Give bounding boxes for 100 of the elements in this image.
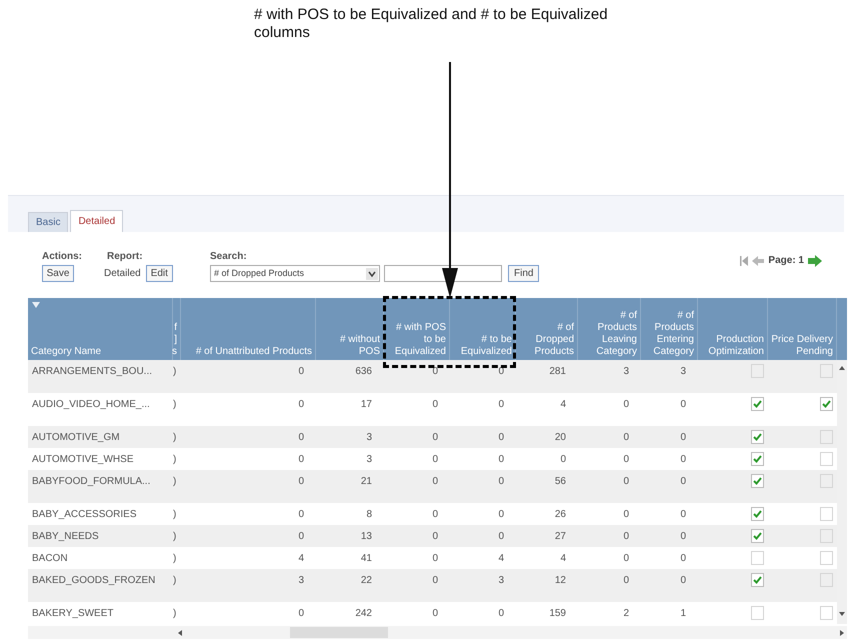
checkbox[interactable] xyxy=(820,452,833,466)
table-cell-text: 3 xyxy=(366,452,372,466)
table-cell-text: 636 xyxy=(355,365,372,379)
checkbox[interactable] xyxy=(820,397,833,411)
table-cell-text: 0 xyxy=(498,452,504,466)
checkbox[interactable] xyxy=(820,430,833,444)
tab[interactable]: Detailed xyxy=(70,210,124,232)
table-cell-text: 0 xyxy=(680,530,686,544)
annotation-text: # with POS to be Equivalized and # to be Equivalized columns xyxy=(254,6,609,42)
report-value: Detailed xyxy=(104,267,141,281)
search-field[interactable] xyxy=(384,265,502,282)
table-cell-text: 0 xyxy=(623,398,629,412)
checkbox[interactable] xyxy=(820,606,833,620)
checkbox[interactable] xyxy=(820,364,833,378)
scrollbar-thumb[interactable] xyxy=(290,627,388,638)
checkbox[interactable] xyxy=(820,551,833,565)
table-cell-text: ) xyxy=(173,398,176,412)
previous-page-icon[interactable] xyxy=(752,256,764,266)
scroll-up-icon[interactable] xyxy=(837,364,847,372)
table-cell-text: 4 xyxy=(298,552,304,566)
table-cell-text: 0 xyxy=(623,552,629,566)
table-cell-text: ) xyxy=(173,530,176,544)
checkbox[interactable] xyxy=(820,474,833,488)
table-cell-text: 0 xyxy=(432,365,438,379)
table-row[interactable]: BABY_NEEDS ) 0 13 0 0 27 0 0 xyxy=(28,525,837,547)
checkbox[interactable] xyxy=(820,573,833,587)
table-cell-text: 0 xyxy=(680,430,686,444)
table-cell-text: ) xyxy=(173,430,176,444)
table-cell-text: 0 xyxy=(298,398,304,412)
scroll-left-icon[interactable] xyxy=(176,628,184,638)
table-row[interactable]: BAKED_GOODS_FROZEN ) 3 22 0 3 12 0 0 xyxy=(28,569,837,602)
next-page-icon[interactable] xyxy=(808,254,822,266)
table-cell-text: 3 xyxy=(498,574,504,588)
table-cell-text: 0 xyxy=(623,508,629,522)
filter-icon[interactable] xyxy=(32,302,40,308)
table-cell-text: 0 xyxy=(680,452,686,466)
checkbox[interactable] xyxy=(751,452,764,466)
edit-button[interactable]: Edit xyxy=(146,265,173,282)
table-cell-text: 1 xyxy=(680,606,686,620)
table-cell-text: 0 xyxy=(298,530,304,544)
table-cell-text: 159 xyxy=(549,606,566,620)
scroll-down-icon[interactable] xyxy=(837,610,847,618)
checkbox[interactable] xyxy=(820,529,833,543)
table-cell-text: 21 xyxy=(360,475,372,489)
category-cell-text: BABY_ACCESSORIES xyxy=(32,508,136,522)
table-cell-text: 27 xyxy=(554,530,566,544)
table-cell-text: 4 xyxy=(560,398,566,412)
table-cell-text: 26 xyxy=(554,508,566,522)
checkbox[interactable] xyxy=(820,507,833,521)
table-cell-text: 4 xyxy=(498,552,504,566)
checkbox[interactable] xyxy=(751,430,764,444)
table-cell-text: 3 xyxy=(623,365,629,379)
checkbox[interactable] xyxy=(751,606,764,620)
table-cell-text: 0 xyxy=(298,508,304,522)
vertical-scrollbar[interactable] xyxy=(837,360,847,624)
table-cell-text: 0 xyxy=(298,606,304,620)
category-cell-text: ARRANGEMENTS_BOU... xyxy=(32,365,152,379)
category-cell-text: BAKED_GOODS_FROZEN xyxy=(32,574,156,588)
tab[interactable]: Basic xyxy=(28,212,68,232)
table-cell-text: ) xyxy=(173,365,176,379)
search-select[interactable]: # of Dropped Products xyxy=(210,265,380,282)
table-row[interactable]: AUTOMOTIVE_GM ) 0 3 0 0 20 0 0 xyxy=(28,426,837,448)
scroll-right-icon[interactable] xyxy=(838,628,846,638)
checkbox[interactable] xyxy=(751,551,764,565)
checkbox[interactable] xyxy=(751,507,764,521)
table-cell-text: 0 xyxy=(680,475,686,489)
table-cell-text: ) xyxy=(173,508,176,522)
checkbox[interactable] xyxy=(751,397,764,411)
table-cell-text: 0 xyxy=(623,530,629,544)
table-cell-text: 0 xyxy=(680,398,686,412)
page-indicator: Page: 1 xyxy=(768,254,804,268)
category-cell-text: AUTOMOTIVE_GM xyxy=(32,430,120,444)
table-cell-text: 4 xyxy=(560,552,566,566)
checkbox[interactable] xyxy=(751,573,764,587)
table-cell-text: 0 xyxy=(623,430,629,444)
table-cell-text: 3 xyxy=(366,430,372,444)
checkbox[interactable] xyxy=(751,364,764,378)
table-row[interactable]: BABYFOOD_FORMULA... ) 0 21 0 0 56 0 0 xyxy=(28,470,837,503)
checkbox[interactable] xyxy=(751,474,764,488)
category-cell-text: BABY_NEEDS xyxy=(32,530,99,544)
table-cell-text: 20 xyxy=(554,430,566,444)
table-cell-text: 56 xyxy=(554,475,566,489)
table-cell-text: 0 xyxy=(498,508,504,522)
table-cell-text: 2 xyxy=(623,606,629,620)
table-cell-text: 0 xyxy=(623,452,629,466)
first-page-icon[interactable] xyxy=(740,256,748,266)
table-cell-text: 0 xyxy=(298,475,304,489)
horizontal-scrollbar[interactable] xyxy=(28,626,847,639)
checkbox[interactable] xyxy=(751,529,764,543)
save-button[interactable]: Save xyxy=(42,265,74,282)
table-cell-text: 0 xyxy=(680,552,686,566)
table-cell-text: 0 xyxy=(680,508,686,522)
actions-label: Actions: xyxy=(42,250,83,264)
table-cell-text: ) xyxy=(173,574,176,588)
table-cell-text: 0 xyxy=(498,430,504,444)
find-button[interactable]: Find xyxy=(508,265,540,282)
table-cell-text: 3 xyxy=(680,365,686,379)
table-cell-text: 0 xyxy=(298,452,304,466)
table-cell-text: 0 xyxy=(498,530,504,544)
report-label: Report: xyxy=(106,250,144,264)
